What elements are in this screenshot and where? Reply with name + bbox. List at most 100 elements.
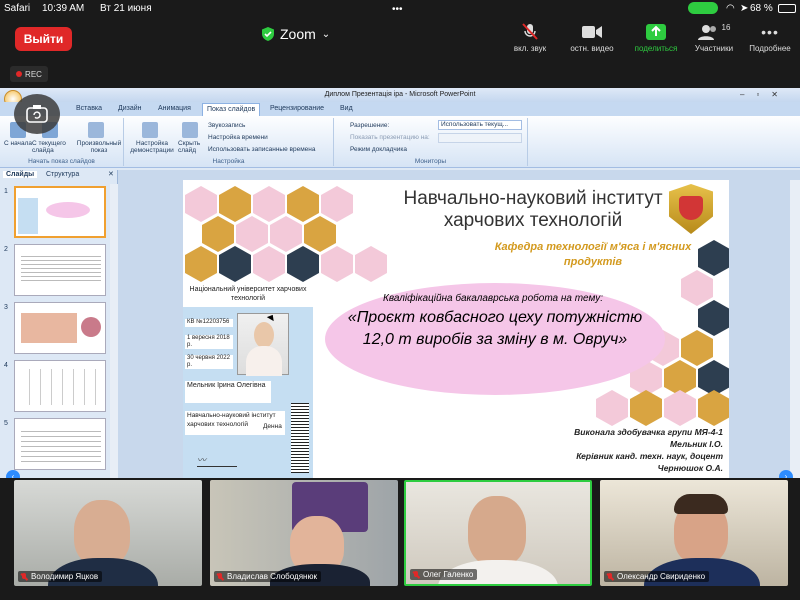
use-timings-checkbox[interactable]: Использовать записанные времена bbox=[208, 146, 316, 153]
card-name: Мельник Ірина Олегівна bbox=[185, 381, 271, 403]
participant-name-tag: Олег Галенко bbox=[410, 569, 478, 580]
participant-name-tag: Володимир Яцков bbox=[18, 571, 103, 582]
hex-decoration bbox=[630, 390, 662, 426]
slide-thumbnail-2[interactable] bbox=[14, 244, 106, 296]
hex-decoration bbox=[185, 186, 217, 222]
from-start-button[interactable]: С начала bbox=[4, 140, 32, 147]
rehearse-timing-option[interactable]: Настройка времени bbox=[208, 134, 268, 141]
thumb-number: 2 bbox=[4, 246, 8, 253]
author-line: Керівник канд. техн. наук, доцент bbox=[576, 451, 723, 461]
stop-video-label: остн. видео bbox=[570, 44, 614, 53]
tab-outline[interactable]: Структура bbox=[46, 171, 79, 178]
participant-name-tag: Владислав Слободянюк bbox=[214, 571, 321, 582]
author-line: Чернюшок О.А. bbox=[657, 463, 723, 473]
thesis-topic: «Проєкт ковбасного цеху потужністю 12,0 … bbox=[347, 309, 643, 348]
recording-indicator: REC bbox=[10, 66, 48, 82]
switch-camera-icon bbox=[26, 105, 48, 123]
slide-thumbnail-3[interactable] bbox=[14, 302, 106, 354]
from-current-button[interactable]: С текущего слайда bbox=[32, 140, 72, 154]
video-tile-active-speaker[interactable]: Олег Галенко bbox=[404, 480, 592, 586]
show-on-label: Показать презентацию на: bbox=[350, 134, 430, 141]
switch-camera-button[interactable] bbox=[14, 94, 60, 134]
slide-thumbnail-5[interactable] bbox=[14, 418, 106, 470]
hex-decoration bbox=[287, 246, 319, 282]
record-sound-option[interactable]: Звукозапись bbox=[208, 122, 245, 129]
multitask-dots-icon[interactable]: ••• bbox=[392, 4, 403, 15]
record-dot-icon bbox=[16, 71, 23, 77]
slides-pane: Слайды Структура ✕ 1 2 3 4 5 bbox=[0, 170, 118, 478]
card-series: КВ №12203756 bbox=[185, 319, 233, 327]
video-tile[interactable]: Олександр Свириденко bbox=[600, 480, 788, 586]
participant-face bbox=[74, 500, 130, 566]
participants-label: Участники bbox=[694, 44, 734, 53]
editor-scrollbar[interactable] bbox=[790, 180, 800, 478]
camera-toggle-icon bbox=[688, 2, 718, 14]
unmute-label: вкл. звук bbox=[513, 44, 547, 53]
video-gallery: Володимир Яцков Владислав Слободянюк Оле… bbox=[0, 478, 800, 600]
hex-decoration bbox=[304, 216, 336, 252]
more-button[interactable]: ••• Подробнее bbox=[740, 22, 800, 53]
video-camera-icon bbox=[562, 22, 622, 42]
leave-button[interactable]: Выйти bbox=[15, 27, 72, 51]
student-id-card: Національний університет харчових технол… bbox=[183, 283, 313, 478]
mic-muted-icon bbox=[20, 572, 28, 581]
wifi-icon: ◠ bbox=[726, 3, 735, 14]
hex-decoration bbox=[698, 300, 729, 336]
tab-design[interactable]: Дизайн bbox=[118, 105, 142, 112]
tab-slideshow[interactable]: Показ слайдов bbox=[202, 103, 261, 116]
clock: 10:39 AM bbox=[42, 3, 85, 14]
presenter-view-checkbox[interactable]: Режим докладчика bbox=[350, 146, 407, 153]
ribbon: С начала С текущего слайда Произвольный … bbox=[0, 116, 800, 168]
hex-decoration bbox=[681, 270, 713, 306]
battery-percent: 68 % bbox=[750, 3, 773, 14]
tab-animation[interactable]: Анимация bbox=[158, 105, 191, 112]
author-info: Виконала здобувачка групи МЯ-4-1 Мельник… bbox=[523, 426, 723, 474]
tab-insert[interactable]: Вставка bbox=[76, 105, 102, 112]
meeting-title[interactable]: Zoom ⌄ bbox=[262, 26, 330, 42]
slide-thumbnail-1[interactable] bbox=[14, 186, 106, 238]
unmute-button[interactable]: вкл. звук bbox=[500, 22, 560, 53]
setup-show-icon[interactable] bbox=[142, 122, 158, 138]
thesis-subtitle: Кваліфікаційна бакалаврська робота на те… bbox=[382, 293, 604, 304]
tab-review[interactable]: Рецензирование bbox=[270, 105, 324, 112]
author-line: Мельник І.О. bbox=[670, 439, 723, 449]
thumb-number: 1 bbox=[4, 188, 8, 195]
pane-scrollbar[interactable] bbox=[110, 184, 118, 478]
thumb-number: 3 bbox=[4, 304, 8, 311]
video-tile[interactable]: Володимир Яцков bbox=[14, 480, 202, 586]
setup-show-button[interactable]: Настройка демонстрации bbox=[128, 140, 176, 154]
show-on-select[interactable] bbox=[438, 133, 522, 143]
mic-muted-icon bbox=[500, 22, 560, 42]
monitors-group-label: Мониторы bbox=[414, 158, 447, 165]
custom-show-button[interactable]: Произвольный показ bbox=[74, 140, 124, 154]
share-button[interactable]: поделиться bbox=[626, 22, 686, 53]
tab-view[interactable]: Вид bbox=[340, 105, 353, 112]
stop-video-button[interactable]: остн. видео bbox=[562, 22, 622, 53]
ribbon-group-monitors: Разрешение: Использовать текущ... Показа… bbox=[334, 118, 528, 166]
tab-slides[interactable]: Слайды bbox=[3, 171, 38, 178]
current-slide: Навчально-науковий інститут харчових тех… bbox=[183, 180, 729, 478]
hide-slide-button[interactable]: Скрыть слайд bbox=[178, 140, 206, 154]
date: Вт 21 июня bbox=[100, 3, 152, 14]
card-valid: 30 червня 2022 р. bbox=[185, 355, 233, 369]
video-tile[interactable]: Владислав Слободянюк bbox=[210, 480, 398, 586]
battery-icon bbox=[778, 4, 796, 13]
slide-thumbnail-4[interactable] bbox=[14, 360, 106, 412]
resolution-select[interactable]: Использовать текущ... bbox=[438, 120, 522, 130]
custom-show-icon[interactable] bbox=[88, 122, 104, 138]
hex-decoration bbox=[698, 390, 729, 426]
participants-button[interactable]: 16 Участники bbox=[684, 22, 744, 54]
slide-title: Навчально-науковий інститут харчових тех… bbox=[403, 188, 663, 231]
participant-face bbox=[468, 496, 526, 566]
setup-group-label: Настройка bbox=[212, 158, 245, 165]
window-controls[interactable]: –▫✕ bbox=[740, 90, 790, 99]
ios-status-bar: Safari 10:39 AM Вт 21 июня ••• ◠ ➤ 68 % bbox=[0, 0, 800, 18]
close-pane-icon[interactable]: ✕ bbox=[108, 170, 114, 178]
student-photo bbox=[237, 313, 289, 376]
participant-name-tag: Олександр Свириденко bbox=[604, 571, 710, 582]
card-issued: 1 вересня 2018 р. bbox=[185, 335, 233, 349]
hide-slide-icon[interactable] bbox=[182, 122, 198, 138]
hex-decoration bbox=[185, 246, 217, 282]
hex-decoration bbox=[253, 186, 285, 222]
location-icon: ➤ bbox=[740, 3, 749, 14]
